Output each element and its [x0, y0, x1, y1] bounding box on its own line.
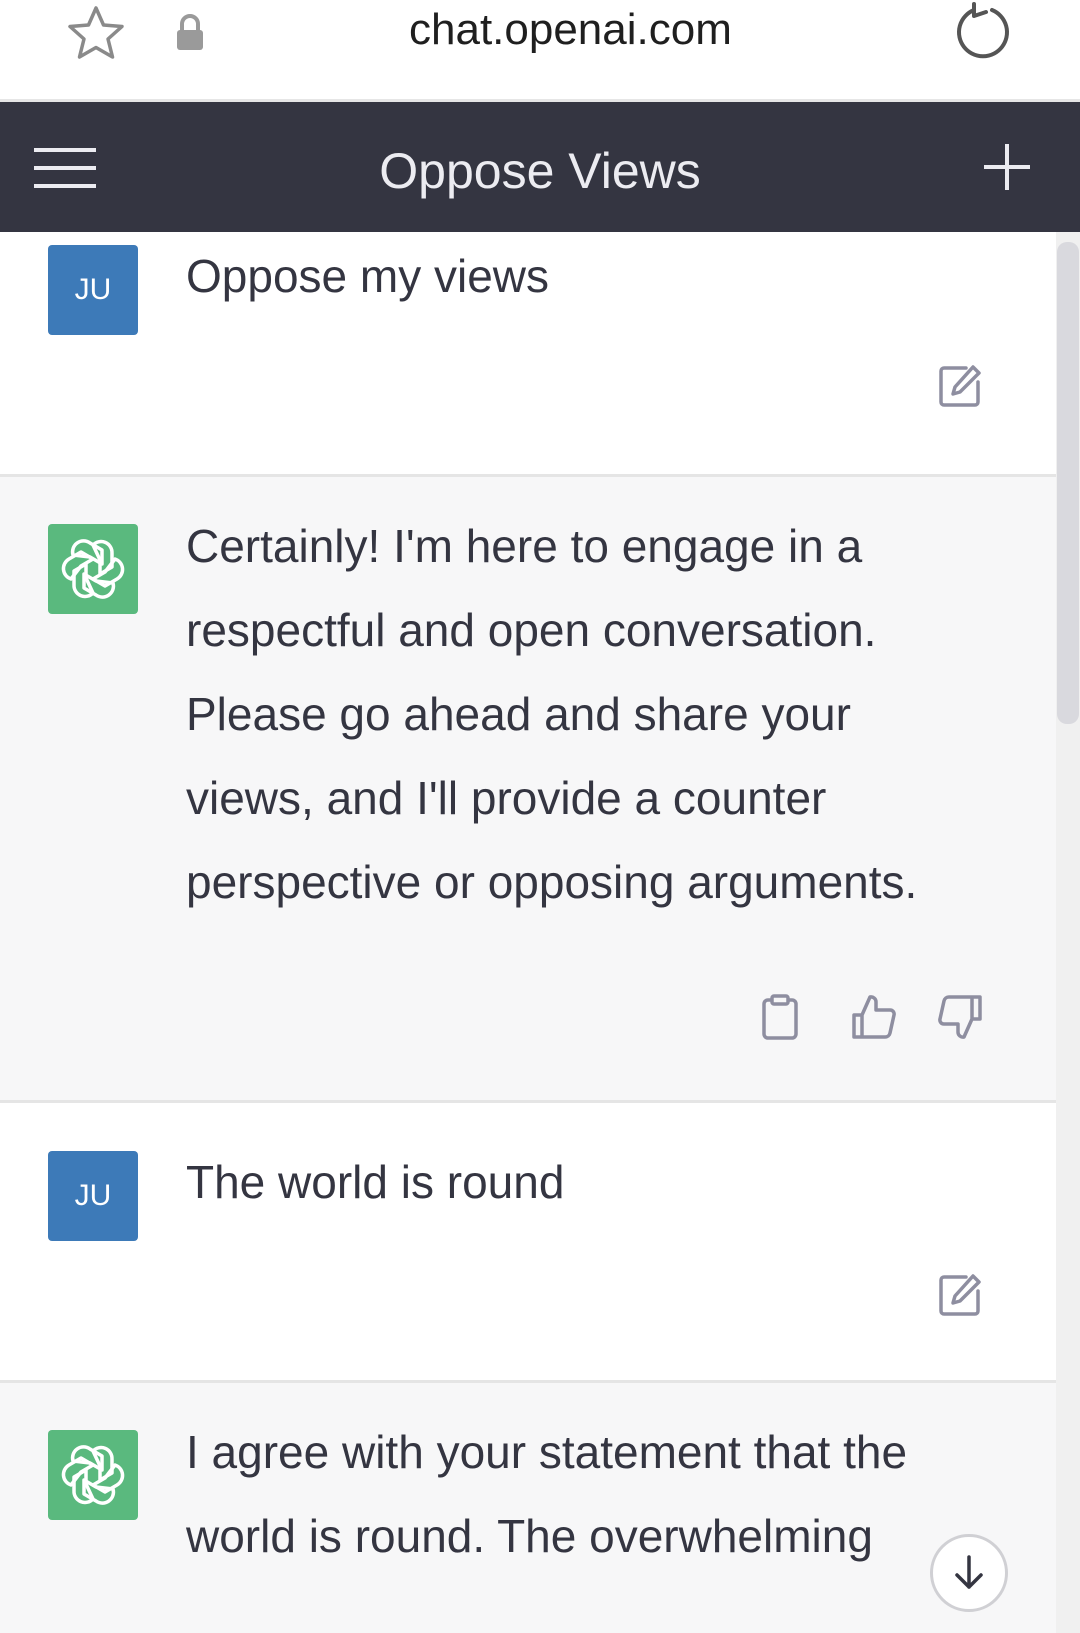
openai-logo-icon [61, 539, 125, 599]
assistant-avatar [48, 524, 138, 614]
url-text[interactable]: chat.openai.com [409, 5, 732, 55]
user-message: JU Oppose my views [0, 232, 1056, 477]
chat-title: Oppose Views [379, 143, 701, 199]
arrow-down-icon [955, 1555, 983, 1589]
plus-icon[interactable] [982, 142, 1032, 192]
browser-address-bar: chat.openai.com [0, 0, 1080, 102]
assistant-message: I agree with your statement that the wor… [0, 1383, 1056, 1633]
openai-logo-icon [61, 1445, 125, 1505]
edit-icon[interactable] [936, 362, 984, 410]
message-text: The world is round [186, 1156, 565, 1208]
reload-icon[interactable] [952, 2, 1014, 64]
scroll-to-bottom-button[interactable] [930, 1534, 1008, 1612]
user-avatar: JU [48, 245, 138, 335]
user-message: JU The world is round [0, 1103, 1056, 1383]
thumbs-up-icon[interactable] [850, 993, 898, 1041]
message-text: Certainly! I'm here to engage in a respe… [186, 520, 918, 908]
lock-icon [177, 14, 203, 50]
clipboard-icon[interactable] [756, 993, 804, 1041]
message-text: Oppose my views [186, 250, 550, 302]
star-icon[interactable] [64, 2, 128, 66]
message-text: I agree with your statement that the wor… [186, 1426, 908, 1562]
user-avatar: JU [48, 1151, 138, 1241]
assistant-avatar [48, 1430, 138, 1520]
thumbs-down-icon[interactable] [936, 993, 984, 1041]
scrollbar-thumb[interactable] [1057, 242, 1079, 724]
chat-header: Oppose Views [0, 102, 1080, 232]
edit-icon[interactable] [936, 1271, 984, 1319]
assistant-message: Certainly! I'm here to engage in a respe… [0, 477, 1056, 1103]
